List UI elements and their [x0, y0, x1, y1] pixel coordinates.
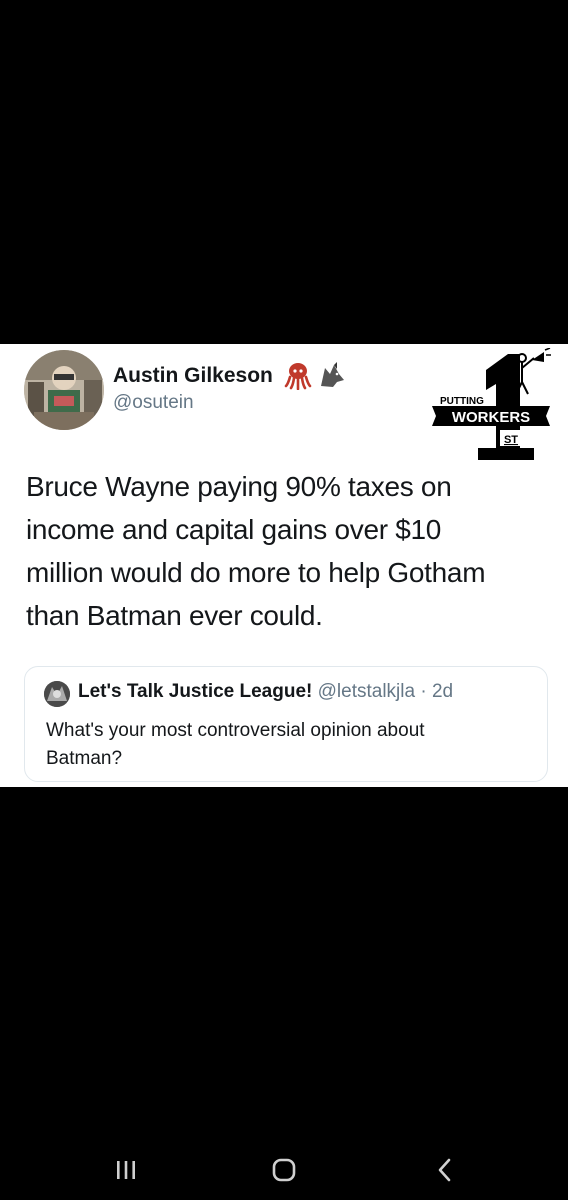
recent-apps-icon[interactable]	[106, 1150, 146, 1190]
quoted-tweet-text: What's your most controversial opinion a…	[46, 717, 526, 773]
quoted-tweet-avatar[interactable]	[44, 681, 70, 707]
putting-workers-first-logo: PUTTING WORKERS ST	[430, 348, 552, 466]
author-display-name[interactable]: Austin Gilkeson	[113, 364, 273, 388]
logo-line1-text: PUTTING	[440, 396, 484, 407]
logo-line3-text: ST	[504, 434, 518, 446]
home-icon[interactable]	[264, 1150, 304, 1190]
tweet-body: Bruce Wayne paying 90% taxes on income a…	[26, 465, 546, 637]
author-handle[interactable]: @osutein	[113, 392, 194, 414]
tweet-body-line: income and capital gains over $10	[26, 514, 442, 545]
quoted-tweet-header: Let's Talk Justice League! @letstalkjla …	[78, 681, 453, 703]
octopus-icon	[283, 360, 313, 390]
logo-line2-text: WORKERS	[452, 409, 530, 426]
quoted-tweet-name[interactable]: Let's Talk Justice League!	[78, 681, 312, 702]
wolf-icon	[317, 360, 347, 390]
tweet-body-line: Bruce Wayne paying 90% taxes on	[26, 471, 452, 502]
tweet-body-line: than Batman ever could.	[26, 600, 323, 631]
quoted-tweet-text-line: Batman?	[46, 748, 123, 769]
quoted-tweet-handle-time: @letstalkjla · 2d	[317, 681, 454, 702]
author-avatar[interactable]	[24, 350, 104, 430]
quoted-tweet-text-line: What's your most controversial opinion a…	[46, 720, 425, 741]
back-icon[interactable]	[425, 1150, 465, 1190]
tweet-body-line: million would do more to help Gotham	[26, 557, 486, 588]
